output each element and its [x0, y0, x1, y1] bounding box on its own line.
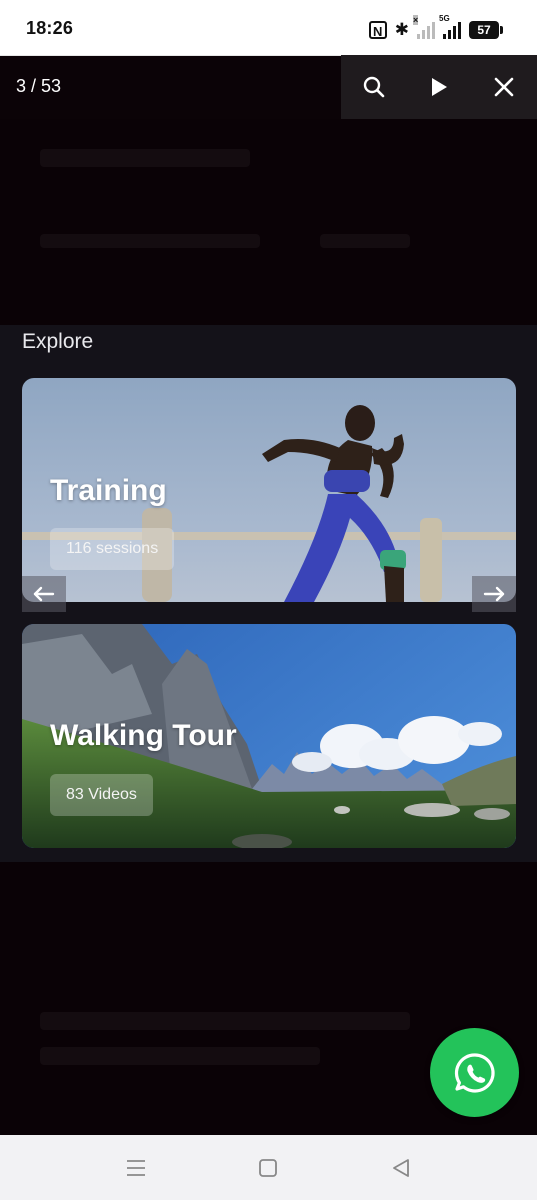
status-time: 18:26 [26, 18, 74, 38]
battery-icon: 57 [469, 21, 503, 39]
system-navigation-bar [0, 1135, 537, 1200]
menu-icon [127, 1159, 146, 1176]
walking-tour-card[interactable]: Walking Tour 83 Videos [22, 624, 516, 848]
ghost-text [40, 234, 260, 248]
ghost-text [40, 149, 250, 167]
ghost-text [40, 1012, 410, 1030]
signal-sim2-icon: 5G [439, 14, 461, 39]
ghost-text [40, 1047, 320, 1065]
play-icon [431, 78, 447, 96]
card-title: Training [50, 474, 167, 507]
section-title: Explore [22, 330, 94, 353]
arrow-left-icon [33, 586, 55, 602]
search-button[interactable] [354, 67, 394, 107]
close-button[interactable] [484, 67, 524, 107]
back-triangle-icon [392, 1158, 409, 1177]
card-badge: 83 Videos [50, 774, 153, 816]
arrow-right-icon [483, 586, 505, 602]
play-slideshow-button[interactable] [419, 67, 459, 107]
next-button[interactable] [472, 576, 516, 612]
card-badge: 116 sessions [50, 528, 175, 570]
search-icon [363, 76, 384, 98]
card-title: Walking Tour [50, 719, 237, 752]
training-card[interactable]: Training 116 sessions [22, 378, 516, 602]
ghost-text [320, 234, 410, 248]
image-counter: 3 / 53 [16, 76, 62, 96]
viewer-toolbar [341, 55, 537, 119]
menu-button[interactable] [116, 1148, 156, 1188]
status-icons: N ✱ × 5G 57 [368, 14, 503, 44]
whatsapp-button[interactable] [430, 1028, 519, 1117]
explore-section: Explore Training 116 sessions Walking To… [0, 325, 537, 862]
home-button[interactable] [248, 1148, 288, 1188]
close-icon [495, 77, 514, 97]
bluetooth-icon: ✱ [394, 20, 409, 39]
dimmed-page-top [0, 119, 537, 325]
nfc-icon: N [368, 21, 387, 39]
previous-button[interactable] [22, 576, 66, 612]
network-type-mark: 5G [439, 14, 450, 23]
screen: 18:26 N ✱ × 5G 57 3 / 53 Explore Trainin… [0, 0, 537, 1200]
signal-sim1-icon: × [413, 15, 435, 39]
status-bar: 18:26 N ✱ × 5G 57 [0, 0, 537, 56]
whatsapp-icon [454, 1052, 495, 1093]
no-service-mark: × [413, 15, 419, 25]
back-button[interactable] [381, 1148, 421, 1188]
home-square-icon [259, 1158, 278, 1177]
